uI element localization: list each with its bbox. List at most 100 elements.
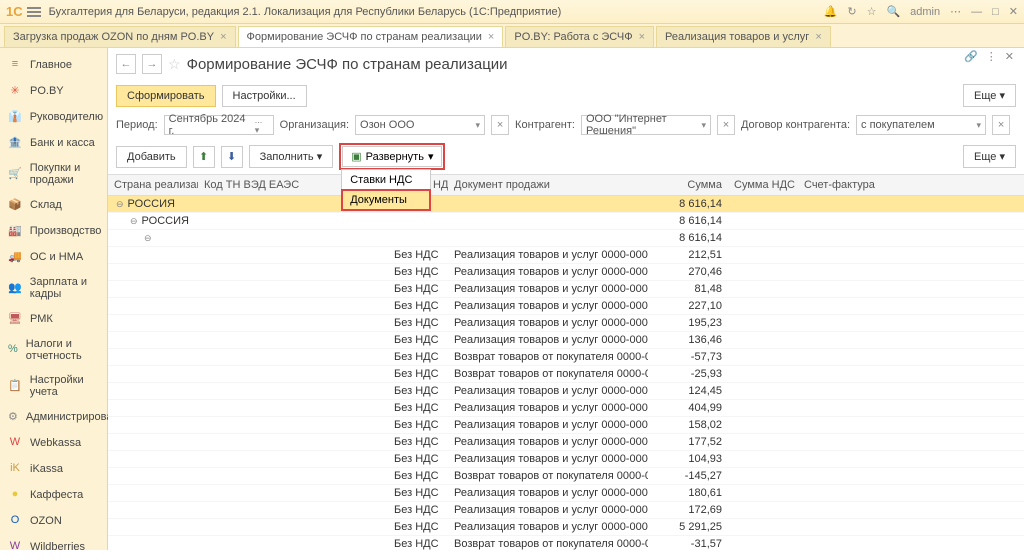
expand-button[interactable]: ▣Развернуть ▾ <box>342 146 442 167</box>
kontr-input[interactable]: ООО "Интернет Решения"▾ <box>581 115 711 135</box>
nav-back-button[interactable]: ← <box>116 54 136 74</box>
app-logo: 1C <box>6 4 23 19</box>
more-button-2[interactable]: Еще ▾ <box>963 145 1016 168</box>
minimize-icon[interactable]: — <box>971 6 982 18</box>
sidebar-item-9[interactable]: 🖥РМК <box>0 306 107 332</box>
col-sum[interactable]: Сумма <box>648 179 728 191</box>
sidebar-label: Покупки и продажи <box>30 162 99 186</box>
table-row[interactable]: Без НДСРеализация товаров и услуг 0000-0… <box>108 247 1024 264</box>
period-label: Период: <box>116 119 158 131</box>
sidebar-item-7[interactable]: 🚚ОС и НМА <box>0 244 107 270</box>
group-row[interactable]: ⊖РОССИЯ8 616,14 <box>108 196 1024 213</box>
sidebar-item-8[interactable]: 👥Зарплата и кадры <box>0 270 107 306</box>
sidebar-icon: 🖥 <box>8 312 22 326</box>
sidebar-item-0[interactable]: ≡Главное <box>0 52 107 78</box>
table-row[interactable]: Без НДСРеализация товаров и услуг 0000-0… <box>108 502 1024 519</box>
dd-rates-item[interactable]: Ставки НДС <box>342 170 430 190</box>
sidebar-item-10[interactable]: %Налоги и отчетность <box>0 332 107 368</box>
group-row[interactable]: ⊖8 616,14 <box>108 230 1024 247</box>
sidebar-icon: ✳ <box>8 84 22 98</box>
maximize-icon[interactable]: □ <box>992 6 999 18</box>
more-button[interactable]: Еще ▾ <box>963 84 1016 107</box>
sidebar-item-12[interactable]: ⚙Администрирование <box>0 404 107 430</box>
table-row[interactable]: Без НДСРеализация товаров и услуг 0000-0… <box>108 315 1024 332</box>
move-up-button[interactable]: ⬆ <box>193 146 215 168</box>
move-down-button[interactable]: ⬇ <box>221 146 243 168</box>
settings-button[interactable]: Настройки... <box>222 85 307 107</box>
table-row[interactable]: Без НДСРеализация товаров и услуг 0000-0… <box>108 451 1024 468</box>
sidebar-label: Склад <box>30 199 62 211</box>
table-row[interactable]: Без НДСРеализация товаров и услуг 0000-0… <box>108 332 1024 349</box>
form-button[interactable]: Сформировать <box>116 85 216 107</box>
sidebar-item-5[interactable]: 📦 Склад <box>0 192 107 218</box>
table-row[interactable]: Без НДСВозврат товаров от покупателя 000… <box>108 468 1024 485</box>
link-icon[interactable]: 🔗 <box>964 50 978 63</box>
tab-0[interactable]: Загрузка продаж OZON по дням PO.BY× <box>4 26 236 47</box>
sidebar-icon: 🏦 <box>8 136 22 150</box>
tab-close-icon[interactable]: × <box>815 31 821 43</box>
options-icon[interactable]: ⋯ <box>950 5 961 18</box>
grid-body[interactable]: ⊖РОССИЯ8 616,14⊖РОССИЯ8 616,14⊖8 616,14Б… <box>108 196 1024 550</box>
table-row[interactable]: Без НДСРеализация товаров и услуг 0000-0… <box>108 281 1024 298</box>
table-row[interactable]: Без НДСРеализация товаров и услуг 0000-0… <box>108 519 1024 536</box>
close-icon[interactable]: ✕ <box>1009 5 1018 18</box>
sidebar-item-2[interactable]: 👔 Руководителю <box>0 104 107 130</box>
table-row[interactable]: Без НДСРеализация товаров и услуг 0000-0… <box>108 264 1024 281</box>
org-clear-button[interactable]: × <box>491 115 509 135</box>
col-country[interactable]: Страна реализации <box>108 179 198 191</box>
tab-3[interactable]: Реализация товаров и услуг× <box>656 26 831 47</box>
table-row[interactable]: Без НДСВозврат товаров от покупателя 000… <box>108 366 1024 383</box>
sidebar-icon: % <box>8 343 18 357</box>
close-page-icon[interactable]: ✕ <box>1005 50 1014 63</box>
sidebar-item-13[interactable]: WWebkassa <box>0 430 107 456</box>
period-input[interactable]: Сентябрь 2024 г.... ▾ <box>164 115 274 135</box>
add-button[interactable]: Добавить <box>116 146 187 168</box>
table-row[interactable]: Без НДСРеализация товаров и услуг 0000-0… <box>108 298 1024 315</box>
kebab-icon[interactable]: ⋮ <box>986 50 997 63</box>
table-row[interactable]: Без НДСРеализация товаров и услуг 0000-0… <box>108 417 1024 434</box>
sidebar-item-15[interactable]: ●Каффеста <box>0 482 107 508</box>
tab-1[interactable]: Формирование ЭСЧФ по странам реализации× <box>238 26 504 47</box>
tab-close-icon[interactable]: × <box>220 31 226 43</box>
sidebar-item-16[interactable]: OOZON <box>0 508 107 534</box>
sidebar-item-17[interactable]: WWildberries <box>0 534 107 560</box>
sidebar-icon: ⚙ <box>8 410 18 424</box>
sidebar-item-6[interactable]: 🏭Производство <box>0 218 107 244</box>
table-row[interactable]: Без НДСРеализация товаров и услуг 0000-0… <box>108 400 1024 417</box>
nav-fwd-button[interactable]: → <box>142 54 162 74</box>
sidebar-item-14[interactable]: iKiKassa <box>0 456 107 482</box>
tab-close-icon[interactable]: × <box>488 31 494 43</box>
menu-icon[interactable] <box>27 7 41 17</box>
table-row[interactable]: Без НДСВозврат товаров от покупателя 000… <box>108 349 1024 366</box>
sidebar-item-4[interactable]: 🛒Покупки и продажи <box>0 156 107 192</box>
dd-docs-item[interactable]: Документы <box>342 190 430 210</box>
search-icon[interactable]: 🔍 <box>886 5 900 18</box>
dog-clear-button[interactable]: × <box>992 115 1010 135</box>
table-row[interactable]: Без НДСРеализация товаров и услуг 0000-0… <box>108 434 1024 451</box>
col-doc[interactable]: Документ продажи <box>448 179 648 191</box>
sidebar-icon: 👔 <box>8 110 22 124</box>
col-nds[interactable]: Сумма НДС <box>728 179 798 191</box>
tab-close-icon[interactable]: × <box>639 31 645 43</box>
sidebar-item-3[interactable]: 🏦 Банк и касса <box>0 130 107 156</box>
tab-2[interactable]: PO.BY: Работа с ЭСЧФ× <box>505 26 654 47</box>
group-row[interactable]: ⊖РОССИЯ8 616,14 <box>108 213 1024 230</box>
fill-button[interactable]: Заполнить ▾ <box>249 145 334 168</box>
sidebar-icon: 📦 <box>8 198 22 212</box>
table-row[interactable]: Без НДСВозврат товаров от покупателя 000… <box>108 536 1024 550</box>
kontr-clear-button[interactable]: × <box>717 115 735 135</box>
user-label[interactable]: admin <box>910 6 940 18</box>
dog-input[interactable]: с покупателем▾ <box>856 115 986 135</box>
bell-icon[interactable]: 🔔 <box>824 5 838 18</box>
table-row[interactable]: Без НДСРеализация товаров и услуг 0000-0… <box>108 383 1024 400</box>
sidebar-label: Руководителю <box>30 111 103 123</box>
col-inv[interactable]: Счет-фактура <box>798 179 908 191</box>
star-icon[interactable]: ☆ <box>867 5 877 18</box>
table-row[interactable]: Без НДСРеализация товаров и услуг 0000-0… <box>108 485 1024 502</box>
history-icon[interactable]: ↻ <box>847 5 856 18</box>
org-input[interactable]: Озон ООО▾ <box>355 115 485 135</box>
sidebar-item-11[interactable]: 📋Настройки учета <box>0 368 107 404</box>
sidebar-item-1[interactable]: ✳PO.BY <box>0 78 107 104</box>
favorite-icon[interactable]: ☆ <box>168 56 181 73</box>
sidebar-label: Банк и касса <box>30 137 95 149</box>
